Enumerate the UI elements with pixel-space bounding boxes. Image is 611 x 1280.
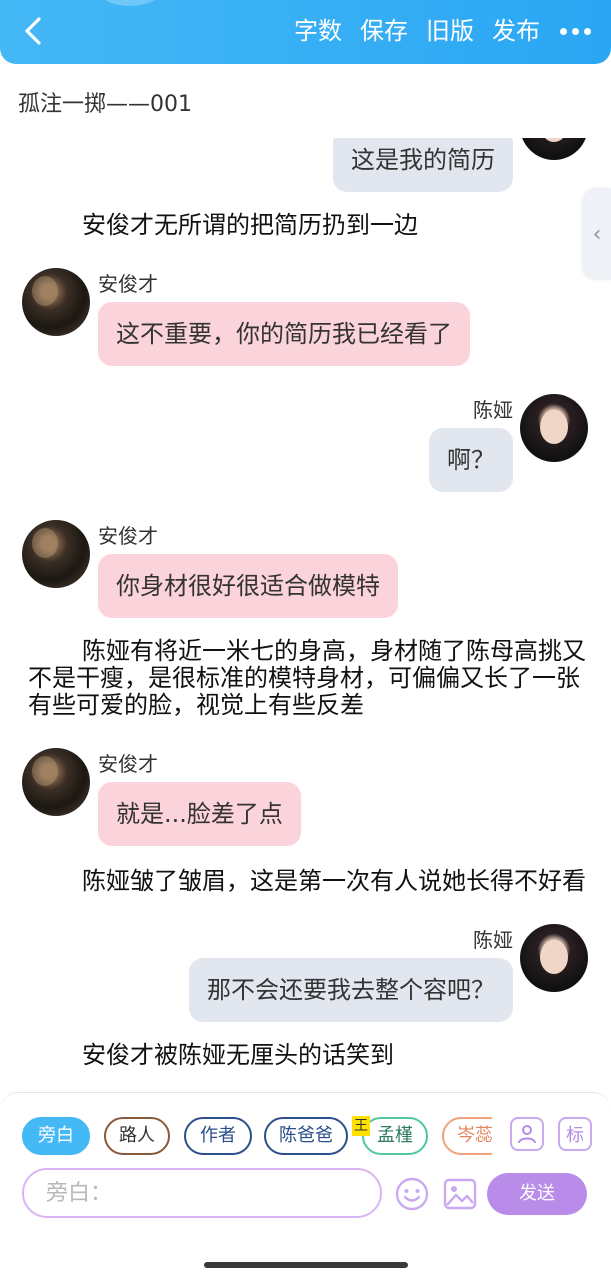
old-version-button[interactable]: 旧版 — [426, 12, 474, 50]
role-badge: 王 — [352, 1116, 370, 1136]
role-chip-narration[interactable]: 旁白 — [22, 1117, 90, 1155]
send-button[interactable]: 发送 — [487, 1173, 587, 1215]
avatar[interactable] — [22, 268, 90, 336]
side-panel-toggle[interactable]: ‹ — [583, 188, 611, 280]
narration-text[interactable]: 陈娅有将近一米七的身高，身材随了陈母高挑又不是干瘦，是很标准的模特身材，可偏偏又… — [28, 638, 588, 719]
role-chip-dad[interactable]: 陈爸爸 — [264, 1117, 348, 1155]
top-actions: 字数 保存 旧版 发布 — [276, 12, 591, 50]
image-icon[interactable] — [442, 1176, 478, 1212]
message-bubble[interactable]: 你身材很好很适合做模特 — [98, 554, 398, 618]
word-count-button[interactable]: 字数 — [294, 12, 342, 50]
publish-button[interactable]: 发布 — [492, 12, 540, 50]
narration-text[interactable]: 陈娅皱了皱眉，这是第一次有人说她长得不好看 — [82, 868, 592, 895]
speaker-name: 陈娅 — [473, 928, 513, 952]
chapter-title[interactable]: 孤注一掷——001 — [18, 86, 192, 118]
speaker-name: 安俊才 — [98, 524, 158, 548]
role-chip-cen[interactable]: 岑蕊 — [442, 1117, 492, 1155]
save-button[interactable]: 保存 — [360, 12, 408, 50]
message-bubble[interactable]: 这是我的简历 — [333, 138, 513, 192]
avatar[interactable] — [520, 138, 588, 160]
more-icon[interactable] — [560, 12, 591, 50]
top-bar: 字数 保存 旧版 发布 — [0, 0, 611, 64]
person-icon[interactable] — [510, 1117, 544, 1151]
home-indicator[interactable] — [204, 1262, 408, 1268]
chat-area[interactable]: 这是我的简历 安俊才无所谓的把简历扔到一边 安俊才 这不重要，你的简历我已经看了… — [0, 138, 611, 1090]
avatar[interactable] — [22, 520, 90, 588]
speaker-name: 安俊才 — [98, 752, 158, 776]
message-input-container — [22, 1168, 382, 1218]
speaker-name: 安俊才 — [98, 272, 158, 296]
message-bubble[interactable]: 就是...脸差了点 — [98, 782, 301, 846]
avatar[interactable] — [520, 924, 588, 992]
back-button[interactable] — [18, 14, 48, 48]
tag-icon[interactable]: 标 — [558, 1117, 592, 1151]
avatar[interactable] — [520, 394, 588, 462]
role-selector: 旁白 路人 作者 陈爸爸 孟槿 岑蕊 — [22, 1117, 492, 1157]
chevron-left-icon: ‹ — [592, 221, 602, 247]
avatar[interactable] — [22, 748, 90, 816]
speaker-name: 陈娅 — [473, 398, 513, 422]
role-chip-author[interactable]: 作者 — [184, 1117, 252, 1155]
decorative-circle — [95, 0, 165, 6]
narration-text[interactable]: 安俊才无所谓的把简历扔到一边 — [82, 212, 582, 239]
role-chip-passerby[interactable]: 路人 — [104, 1117, 170, 1155]
narration-text[interactable]: 安俊才被陈娅无厘头的话笑到 — [82, 1042, 582, 1069]
message-bubble[interactable]: 那不会还要我去整个容吧？ — [189, 958, 513, 1022]
editor-page: 字数 保存 旧版 发布 孤注一掷——001 这是我的简历 安俊才无所谓的把简历扔… — [0, 0, 611, 1280]
message-input[interactable] — [46, 1180, 366, 1206]
message-bubble[interactable]: 啊？ — [429, 428, 513, 492]
chevron-left-icon — [25, 17, 41, 45]
tag-label: 标 — [566, 1125, 584, 1146]
emoji-icon[interactable] — [394, 1176, 430, 1212]
message-bubble[interactable]: 这不重要，你的简历我已经看了 — [98, 302, 470, 366]
role-chip-meng[interactable]: 孟槿 — [362, 1117, 428, 1155]
